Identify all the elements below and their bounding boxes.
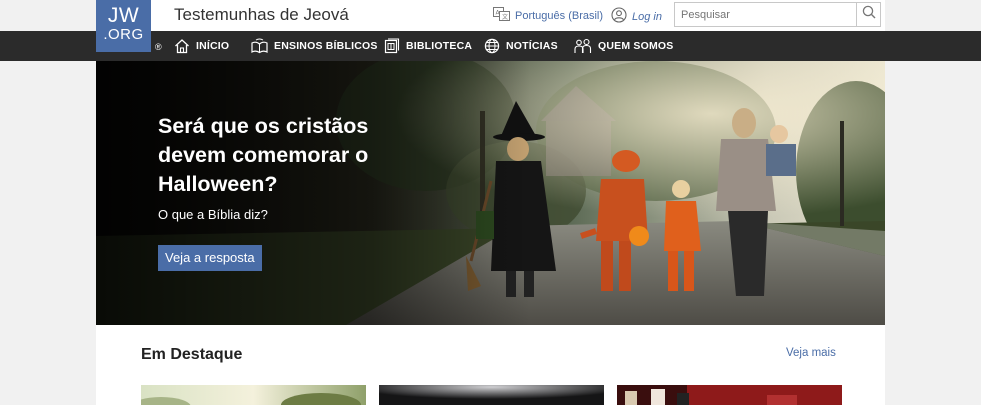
- nav-item-biblioteca[interactable]: BIBLIOTECA: [384, 31, 472, 61]
- home-icon: [174, 38, 190, 54]
- featured-card-2-image: [379, 385, 604, 405]
- login-label: Log in: [632, 10, 662, 23]
- see-more-link[interactable]: Veja mais: [786, 347, 836, 359]
- nav-item-quem-somos[interactable]: QUEM SOMOS: [574, 31, 674, 61]
- nav-item-ensinos-biblicos[interactable]: ENSINOS BÍBLICOS: [251, 31, 378, 61]
- jw-org-logo[interactable]: JW .ORG: [96, 0, 151, 52]
- logo-line-2: .ORG: [103, 26, 144, 43]
- nav-label-biblioteca: BIBLIOTECA: [406, 40, 473, 52]
- search-icon: [862, 5, 876, 24]
- search-box: [674, 2, 881, 27]
- globe-icon: [484, 38, 500, 54]
- nav-label-ensinos-biblicos: ENSINOS BÍBLICOS: [274, 40, 378, 52]
- hero-title[interactable]: Será que os cristãos devem comemorar o H…: [158, 112, 438, 199]
- search-button[interactable]: [856, 3, 880, 26]
- registered-mark: ®: [155, 42, 162, 52]
- hero-subtitle: O que a Bíblia diz?: [158, 207, 268, 222]
- featured-card-3-image: [617, 385, 842, 405]
- login-link[interactable]: Log in: [611, 7, 662, 26]
- featured-card-3[interactable]: [617, 385, 842, 405]
- featured-card-1[interactable]: [141, 385, 366, 405]
- nav-label-inicio: INÍCIO: [196, 40, 230, 52]
- open-book-icon: [251, 38, 268, 54]
- svg-text:文: 文: [502, 13, 508, 21]
- nav-label-noticias: NOTÍCIAS: [506, 40, 558, 52]
- featured-heading: Em Destaque: [141, 346, 243, 363]
- language-label: Português (Brasil): [515, 9, 604, 22]
- featured-card-1-image: [141, 385, 366, 405]
- nav-item-inicio[interactable]: INÍCIO: [174, 31, 229, 61]
- library-icon: [384, 38, 400, 54]
- logo-line-1: JW: [107, 4, 140, 27]
- people-icon: [574, 38, 592, 54]
- site-title[interactable]: Testemunhas de Jeová: [174, 5, 349, 25]
- hero-banner[interactable]: Será que os cristãos devem comemorar o H…: [96, 61, 885, 325]
- nav-label-quem-somos: QUEM SOMOS: [598, 40, 674, 52]
- language-icon: A 文: [493, 7, 510, 24]
- search-input[interactable]: [675, 3, 857, 26]
- nav-item-noticias[interactable]: NOTÍCIAS: [484, 31, 558, 61]
- user-icon: [611, 7, 627, 26]
- language-selector[interactable]: A 文 Português (Brasil): [493, 7, 603, 24]
- featured-card-2[interactable]: [379, 385, 604, 405]
- see-answer-button[interactable]: Veja a resposta: [158, 245, 262, 271]
